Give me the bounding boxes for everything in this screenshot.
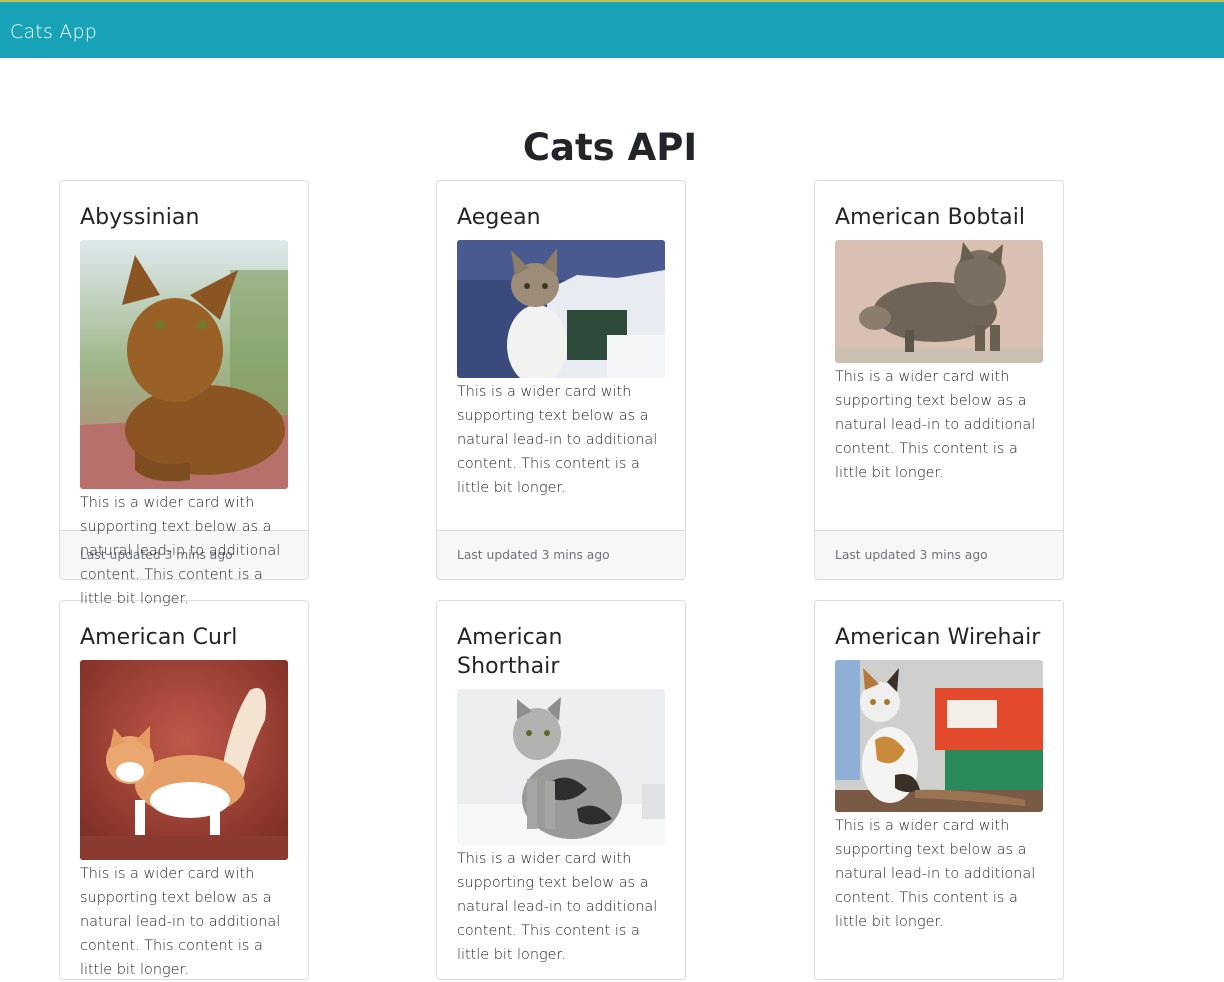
cat-card: American Bobtail This is a wider card wi… [814, 180, 1064, 580]
card-text: This is a wider card with supporting tex… [457, 851, 658, 963]
card-title: American Bobtail [835, 205, 1026, 230]
card-footer-text: Last updated 3 mins ago [835, 548, 988, 562]
card-body: American Wirehair This is a wider card w… [835, 623, 1043, 934]
card-footer: Last updated 3 mins ago [437, 530, 685, 579]
card-body: Aegean This is a wider card with support… [457, 203, 665, 500]
american-bobtail-cat-image [835, 240, 1043, 363]
american-wirehair-cat-image [835, 660, 1043, 812]
card-title: American Shorthair [457, 625, 563, 679]
page-title: Cats API [522, 126, 698, 169]
american-curl-cat-image [80, 660, 288, 860]
cat-card: American Shorthair This is a wider card … [436, 600, 686, 980]
card-text: This is a wider card with supporting tex… [835, 369, 1036, 481]
card-footer: Last updated 3 mins ago [815, 530, 1063, 579]
card-text: This is a wider card with supporting tex… [835, 818, 1036, 930]
card-title: American Wirehair [835, 625, 1041, 650]
cat-card: American Curl This is a wider card with … [59, 600, 309, 980]
card-title: American Curl [80, 625, 238, 650]
card-text: This is a wider card with supporting tex… [80, 495, 281, 607]
navbar-brand[interactable]: Cats App [10, 21, 97, 43]
abyssinian-cat-image [80, 240, 288, 489]
cat-card: Aegean This is a wider card with support… [436, 180, 686, 580]
navbar: Cats App [0, 0, 1224, 58]
card-title: Aegean [457, 205, 541, 230]
american-shorthair-cat-image [457, 689, 665, 845]
card-footer-text: Last updated 3 mins ago [457, 548, 610, 562]
card-text: This is a wider card with supporting tex… [457, 384, 658, 496]
cat-card: Last updated 3 mins ago Abyssinian This … [59, 180, 309, 607]
card-title: Abyssinian [80, 205, 200, 230]
card-text: This is a wider card with supporting tex… [80, 866, 281, 978]
card-body: Abyssinian This is a wider card with sup… [80, 203, 288, 611]
cat-card: American Wirehair This is a wider card w… [814, 600, 1064, 980]
card-body: American Bobtail This is a wider card wi… [835, 203, 1043, 485]
card-body: American Curl This is a wider card with … [80, 623, 288, 982]
card-body: American Shorthair This is a wider card … [457, 623, 665, 967]
aegean-cat-image [457, 240, 665, 378]
